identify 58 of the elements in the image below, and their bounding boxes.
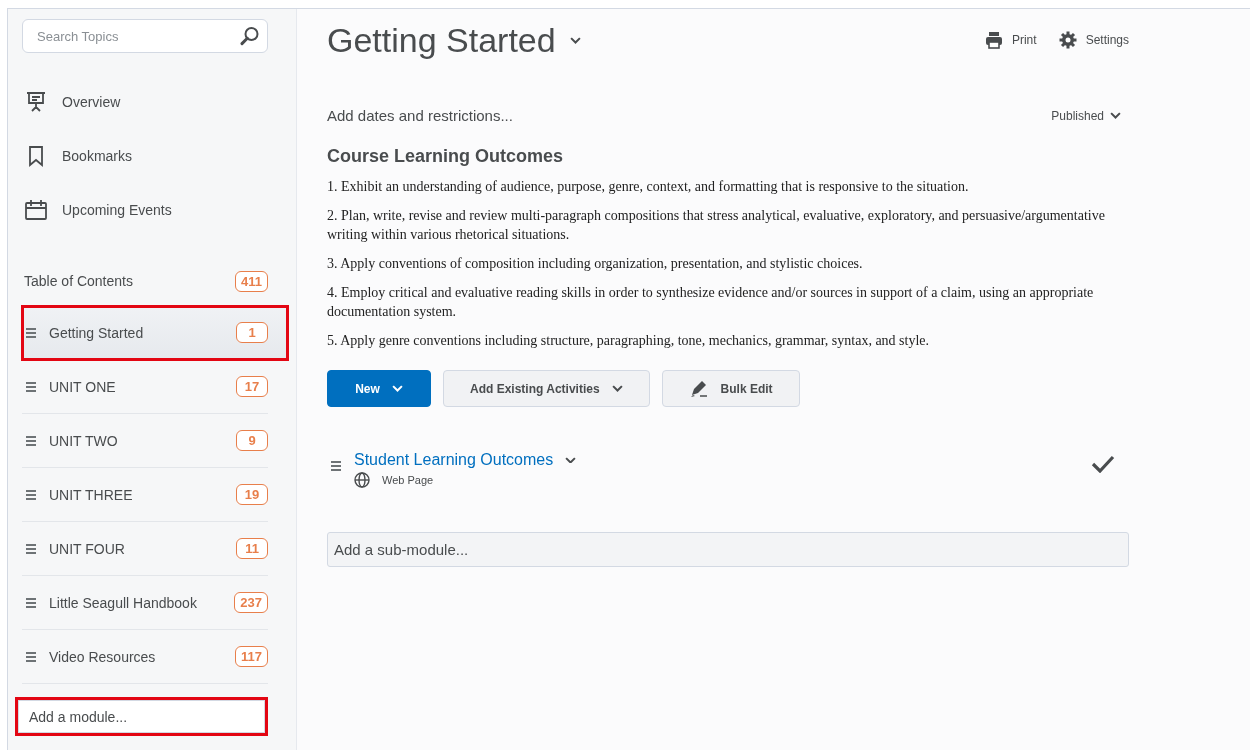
count-badge: 19 [236, 484, 268, 505]
toc-label: Table of Contents [24, 273, 133, 289]
add-activities-button[interactable]: Add Existing Activities [443, 370, 650, 407]
status-dropdown[interactable]: Published [1051, 108, 1121, 123]
topic-link[interactable]: Student Learning Outcomes [354, 451, 554, 469]
outcome-text: 5. Apply genre conventions including structure, paragraphing, tone, mechanics, grammar, syntax, and style. [327, 332, 931, 350]
module-item[interactable]: UNIT THREE 19 [22, 468, 268, 522]
bulk-edit-button[interactable]: Bulk Edit [661, 370, 800, 407]
chevron-down-icon [391, 385, 403, 392]
drag-handle-icon[interactable] [331, 461, 342, 471]
toolbar-link[interactable]: Print [984, 31, 1037, 49]
outcome-text: 2. Plan, write, revise and review multi-paragraph compositions that stress analytical, evaluative, exploratory, and persuasive/argumentative writing within various rhetorical situations. [327, 207, 1106, 244]
module-item[interactable]: Little Seagull Handbook 237 [22, 576, 268, 630]
nav-link[interactable]: Overview [24, 91, 121, 113]
search-icon[interactable] [240, 26, 260, 46]
module-item[interactable]: UNIT FOUR 11 [22, 522, 268, 576]
outcome-text: 3. Apply conventions of composition including organization, presentation, and stylistic choices. [327, 255, 864, 273]
outcome-text: 1. Exhibit an understanding of audience, purpose, genre, context, and formatting that is responsive to the situation. [327, 178, 970, 196]
printer-icon [984, 31, 1003, 49]
count-badge: 1 [236, 322, 268, 343]
search-field[interactable]: Search Topics [22, 19, 268, 53]
module-item[interactable]: UNIT ONE 17 [22, 360, 268, 414]
drag-handle-icon[interactable] [26, 381, 37, 392]
chevron-down-icon [565, 456, 577, 464]
drag-handle-icon[interactable] [26, 597, 37, 608]
drag-handle-icon[interactable] [26, 489, 37, 500]
drag-handle-icon[interactable] [26, 435, 37, 446]
drag-handle-icon[interactable] [26, 543, 37, 554]
module-item[interactable]: Getting Started 1 [22, 306, 288, 360]
count-badge: 117 [235, 646, 268, 667]
section-heading: Course Learning Outcomes [327, 146, 565, 167]
drag-handle-icon[interactable] [26, 327, 37, 338]
module-item[interactable]: Video Resources 117 [22, 630, 268, 684]
nav-link[interactable]: Upcoming Events [24, 199, 172, 221]
count-badge: 17 [236, 376, 268, 397]
page-title: Getting Started [327, 21, 556, 60]
module-item[interactable]: UNIT TWO 9 [22, 414, 268, 468]
chevron-down-icon [1110, 112, 1121, 119]
checkmark-icon [1091, 455, 1115, 473]
restrictions-link[interactable]: Add dates and restrictions... [327, 107, 513, 124]
add-module-field[interactable]: Add a module... [18, 700, 265, 733]
calendar-icon [24, 199, 48, 221]
add-submodule-field[interactable]: Add a sub-module... [327, 532, 1129, 567]
count-badge: 237 [234, 592, 268, 613]
gear-icon [1058, 31, 1077, 49]
count-badge: 9 [236, 430, 268, 451]
globe-icon [354, 472, 370, 488]
chevron-down-icon [569, 37, 581, 44]
topic-type: Web Page [382, 474, 434, 486]
drag-handle-icon[interactable] [26, 651, 37, 662]
chevron-down-icon [611, 385, 623, 392]
count-badge: 411 [235, 270, 268, 292]
presentation-board-icon [24, 91, 48, 113]
toolbar-link[interactable]: Settings [1058, 31, 1129, 49]
outcome-text: 4. Employ critical and evaluative reading skills in order to synthesize evidence and/or sources in support of a claim, using an appropriate documentation system. [327, 284, 1095, 321]
new-button[interactable]: New [327, 370, 431, 407]
nav-link[interactable]: Bookmarks [24, 145, 133, 167]
count-badge: 11 [236, 538, 268, 559]
